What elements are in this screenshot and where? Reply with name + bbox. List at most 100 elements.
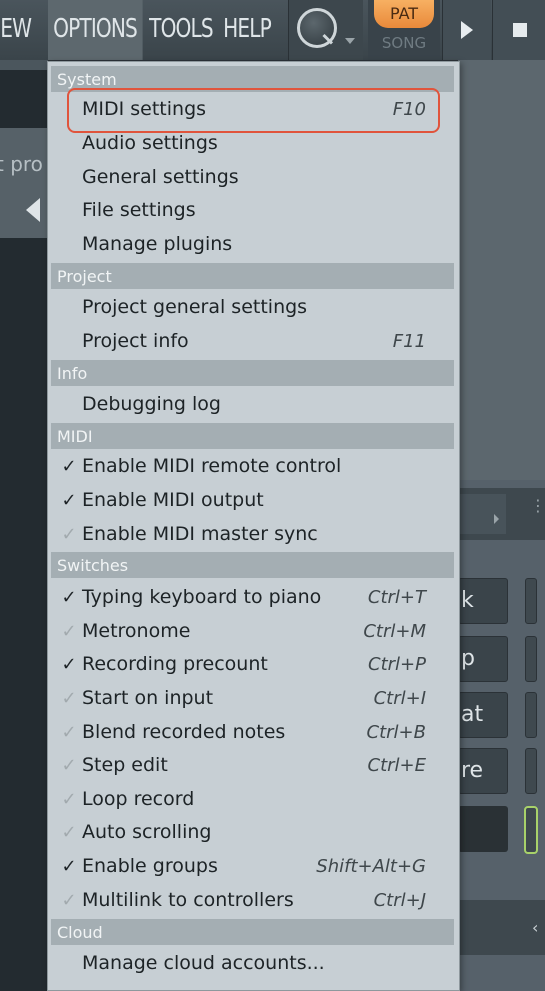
menu-item-label: Loop record <box>82 788 195 810</box>
menu-item-typing-keyboard-to-piano[interactable]: ✓ Typing keyboard to piano Ctrl+T <box>51 581 454 614</box>
menu-item-shortcut: Ctrl+P <box>368 654 426 675</box>
menu-item-auto-scrolling[interactable]: ✓ Auto scrolling <box>51 816 454 849</box>
section-header-project: Project <box>51 263 454 289</box>
menu-item-file-settings[interactable]: File settings <box>51 194 454 227</box>
menu-item-label: Project general settings <box>82 296 308 318</box>
menu-item-label: Enable MIDI output <box>82 489 264 511</box>
menu-item-enable-groups[interactable]: ✓ Enable groups Shift+Alt+G <box>51 850 454 883</box>
menu-item-label: Typing keyboard to piano <box>82 586 322 608</box>
menu-item-shortcut: Ctrl+I <box>373 688 426 709</box>
menu-item-shortcut: Ctrl+B <box>366 722 426 743</box>
pat-mode-button[interactable]: PAT <box>374 0 434 28</box>
speaker-icon[interactable] <box>26 198 40 222</box>
menu-item-multilink-to-controllers[interactable]: ✓ Multilink to controllers Ctrl+J <box>51 884 454 917</box>
highlight-annotation <box>67 88 440 133</box>
menu-item-blend-recorded-notes[interactable]: ✓ Blend recorded notes Ctrl+B <box>51 716 454 749</box>
top-toolbar: IEW OPTIONS TOOLS HELP PAT SONG <box>0 0 545 60</box>
menu-help[interactable]: HELP <box>218 0 278 60</box>
menu-item-start-on-input[interactable]: ✓ Start on input Ctrl+I <box>51 682 454 715</box>
master-volume-knob[interactable] <box>297 8 337 48</box>
right-pane-button-1[interactable]: k <box>458 578 508 624</box>
play-icon <box>461 21 473 39</box>
menu-item-shortcut: Ctrl+M <box>363 621 426 642</box>
menu-item-recording-precount[interactable]: ✓ Recording precount Ctrl+P <box>51 648 454 681</box>
section-header-info: Info <box>51 360 454 386</box>
checkmark-icon: ✓ <box>61 456 77 477</box>
menu-item-enable-midi-remote-control[interactable]: ✓ Enable MIDI remote control <box>51 450 454 483</box>
chevron-left-icon[interactable]: ‹ <box>532 918 538 937</box>
right-pane-slot-3[interactable] <box>525 692 537 738</box>
menu-item-general-settings[interactable]: General settings <box>51 161 454 194</box>
stop-icon <box>513 23 527 37</box>
checkmark-icon: ✓ <box>61 789 77 810</box>
menu-item-label: Recording precount <box>82 653 268 675</box>
checkmark-icon: ✓ <box>61 654 77 675</box>
chevron-right-icon <box>494 514 499 524</box>
menu-item-manage-plugins[interactable]: Manage plugins <box>51 228 454 261</box>
section-header-cloud: Cloud <box>51 919 454 945</box>
checkmark-icon: ✓ <box>61 490 77 511</box>
left-pane-text: t pro <box>0 152 43 176</box>
selector-field[interactable] <box>458 494 506 534</box>
more-options-icon[interactable]: ⋮ <box>530 498 545 514</box>
menu-item-enable-midi-output[interactable]: ✓ Enable MIDI output <box>51 484 454 517</box>
checkmark-icon: ✓ <box>61 856 77 877</box>
menu-item-label: Project info <box>82 330 189 352</box>
menu-item-debugging-log[interactable]: Debugging log <box>51 388 454 421</box>
play-button[interactable] <box>442 0 491 60</box>
menu-item-label: Manage cloud accounts... <box>82 952 325 974</box>
right-pane-slot-1[interactable] <box>525 578 537 624</box>
menu-tools[interactable]: TOOLS <box>144 0 221 60</box>
menu-item-project-general-settings[interactable]: Project general settings <box>51 291 454 324</box>
right-pane-button-4[interactable]: re <box>458 748 508 794</box>
right-pane-button-2[interactable]: p <box>458 636 508 682</box>
menu-item-manage-cloud-accounts[interactable]: Manage cloud accounts... <box>51 947 454 980</box>
menu-item-label: Metronome <box>82 620 191 642</box>
checkmark-icon: ✓ <box>61 722 77 743</box>
menu-item-loop-record[interactable]: ✓ Loop record <box>51 783 454 816</box>
right-pane-dark-field[interactable] <box>458 806 508 852</box>
right-pane-active-slot[interactable] <box>524 806 538 854</box>
menu-item-label: Debugging log <box>82 393 221 415</box>
menu-item-label: Multilink to controllers <box>82 889 294 911</box>
menu-item-enable-midi-master-sync[interactable]: ✓ Enable MIDI master sync <box>51 518 454 551</box>
pat-song-switch[interactable]: PAT SONG <box>368 0 440 60</box>
menu-item-label: Enable MIDI remote control <box>82 455 342 477</box>
menu-options[interactable]: OPTIONS <box>48 0 143 60</box>
checkmark-icon: ✓ <box>61 822 77 843</box>
right-pane-slot-4[interactable] <box>525 748 537 794</box>
menu-item-label: Enable groups <box>82 855 218 877</box>
menu-view[interactable]: IEW <box>0 0 43 60</box>
section-header-switches: Switches <box>51 552 454 578</box>
menu-item-metronome[interactable]: ✓ Metronome Ctrl+M <box>51 615 454 648</box>
checkmark-icon: ✓ <box>61 755 77 776</box>
menu-item-label: Blend recorded notes <box>82 721 286 743</box>
knob-indicator <box>322 33 334 45</box>
options-menu: System MIDI settings F10 Audio settings … <box>47 61 460 991</box>
checkmark-icon: ✓ <box>61 890 77 911</box>
menu-item-label: Auto scrolling <box>82 821 212 843</box>
menu-item-label: File settings <box>82 199 196 221</box>
menu-item-label: Manage plugins <box>82 233 233 255</box>
right-pane-button-3[interactable]: at <box>458 692 508 738</box>
right-pane-slot-2[interactable] <box>525 636 537 682</box>
stop-button[interactable] <box>492 0 545 60</box>
checkmark-icon: ✓ <box>61 621 77 642</box>
song-mode-button[interactable]: SONG <box>374 34 434 52</box>
checkmark-icon: ✓ <box>61 587 77 608</box>
menu-item-shortcut: Ctrl+T <box>367 587 426 608</box>
menu-item-label: General settings <box>82 166 239 188</box>
right-pane-selector[interactable]: ⋮ <box>458 488 545 540</box>
master-volume-area <box>288 0 363 60</box>
menu-item-step-edit[interactable]: ✓ Step edit Ctrl+E <box>51 749 454 782</box>
menu-item-label: Enable MIDI master sync <box>82 523 318 545</box>
right-pane-upper <box>458 60 545 480</box>
menu-item-project-info[interactable]: Project info F11 <box>51 325 454 358</box>
left-pane-strip <box>0 60 48 70</box>
menu-item-shortcut: F11 <box>392 331 426 352</box>
menu-item-shortcut: Ctrl+J <box>373 890 426 911</box>
section-header-midi: MIDI <box>51 423 454 449</box>
menu-item-shortcut: Shift+Alt+G <box>316 856 426 877</box>
right-pane-bottom: ‹ <box>458 900 545 955</box>
menu-item-label: Step edit <box>82 754 168 776</box>
